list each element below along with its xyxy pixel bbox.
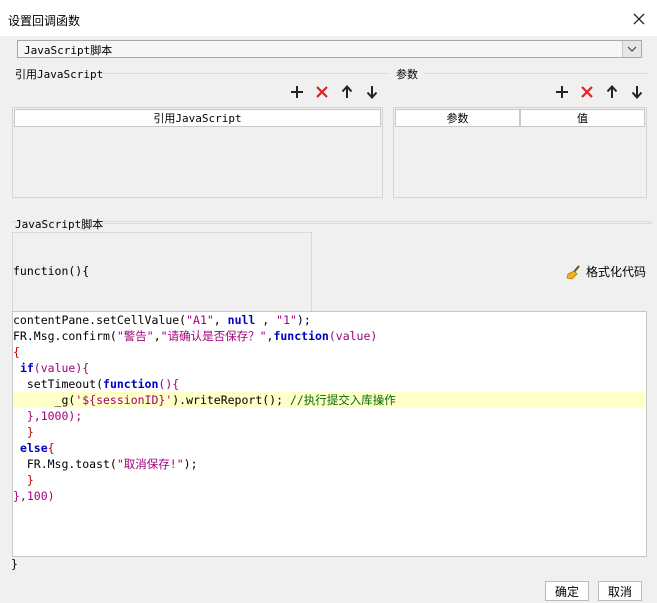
function-header: function(){ bbox=[13, 264, 90, 278]
params-column-name[interactable]: 参数 bbox=[395, 109, 520, 127]
params-column-value[interactable]: 值 bbox=[520, 109, 645, 127]
code-line-7: },1000); bbox=[13, 409, 83, 423]
params-label: 参数 bbox=[396, 68, 418, 81]
code-line-3: { bbox=[13, 345, 20, 359]
cancel-button[interactable]: 取消 bbox=[598, 581, 642, 601]
params-move-down-button[interactable] bbox=[627, 82, 647, 102]
add-icon bbox=[556, 86, 568, 98]
script-divider bbox=[102, 223, 652, 224]
add-icon bbox=[291, 86, 303, 98]
up-arrow-icon bbox=[341, 85, 353, 98]
ref-js-move-down-button[interactable] bbox=[362, 82, 382, 102]
code-line-10: FR.Msg.toast("取消保存!"); bbox=[13, 457, 198, 471]
params-column-name-label: 参数 bbox=[446, 112, 469, 125]
dialog-titlebar bbox=[0, 0, 657, 36]
code-line-9: else{ bbox=[19, 441, 55, 455]
down-arrow-icon bbox=[366, 86, 378, 99]
code-line-4: if(value){ bbox=[19, 361, 90, 375]
params-add-button[interactable] bbox=[552, 82, 572, 102]
ok-button-label: 确定 bbox=[554, 584, 579, 599]
ref-js-delete-button[interactable] bbox=[312, 82, 332, 102]
cancel-button-label: 取消 bbox=[607, 584, 632, 599]
ref-js-label: 引用JavaScript bbox=[15, 68, 104, 81]
code-line-1: contentPane.setCellValue("A1", null , "1… bbox=[13, 313, 311, 327]
code-line-8: } bbox=[13, 425, 34, 439]
script-type-value: JavaScript脚本 bbox=[24, 44, 113, 57]
params-divider bbox=[424, 73, 649, 74]
code-line-6: _g('${sessionID}').writeReport(); //执行提交… bbox=[13, 393, 396, 407]
script-type-select[interactable]: JavaScript脚本 bbox=[17, 40, 642, 58]
down-arrow-icon bbox=[631, 86, 643, 99]
params-table[interactable]: 参数 值 bbox=[393, 107, 647, 198]
ref-js-add-button[interactable] bbox=[287, 82, 307, 102]
script-section-divider-top bbox=[12, 221, 652, 222]
function-closing-brace: } bbox=[11, 557, 18, 571]
delete-icon bbox=[581, 86, 593, 98]
close-icon bbox=[633, 13, 645, 25]
broom-icon bbox=[566, 264, 580, 279]
code-line-11: } bbox=[13, 473, 34, 487]
ref-js-move-up-button[interactable] bbox=[337, 82, 357, 102]
ref-js-column-header-label: 引用JavaScript bbox=[153, 112, 242, 125]
code-line-12: },100) bbox=[13, 489, 55, 503]
script-label: JavaScript脚本 bbox=[15, 218, 104, 231]
dialog-title: 设置回调函数 bbox=[8, 14, 81, 28]
code-editor[interactable]: contentPane.setCellValue("A1", null , "1… bbox=[12, 311, 647, 557]
params-delete-button[interactable] bbox=[577, 82, 597, 102]
ok-button[interactable]: 确定 bbox=[545, 581, 589, 601]
ref-js-divider bbox=[100, 73, 390, 74]
params-column-value-label: 值 bbox=[577, 112, 588, 125]
chevron-down-icon bbox=[627, 46, 637, 52]
close-button[interactable] bbox=[628, 8, 650, 30]
up-arrow-icon bbox=[606, 85, 618, 98]
delete-icon bbox=[316, 86, 328, 98]
ref-js-column-header[interactable]: 引用JavaScript bbox=[14, 109, 381, 127]
code-line-2: FR.Msg.confirm("警告","请确认是否保存？",function(… bbox=[13, 329, 378, 343]
code-line-5: setTimeout(function(){ bbox=[13, 377, 180, 391]
dropdown-button[interactable] bbox=[622, 41, 641, 57]
format-code-label: 格式化代码 bbox=[586, 265, 647, 279]
params-move-up-button[interactable] bbox=[602, 82, 622, 102]
ref-js-table[interactable]: 引用JavaScript bbox=[12, 107, 383, 198]
format-code-button[interactable]: 格式化代码 bbox=[566, 263, 646, 280]
